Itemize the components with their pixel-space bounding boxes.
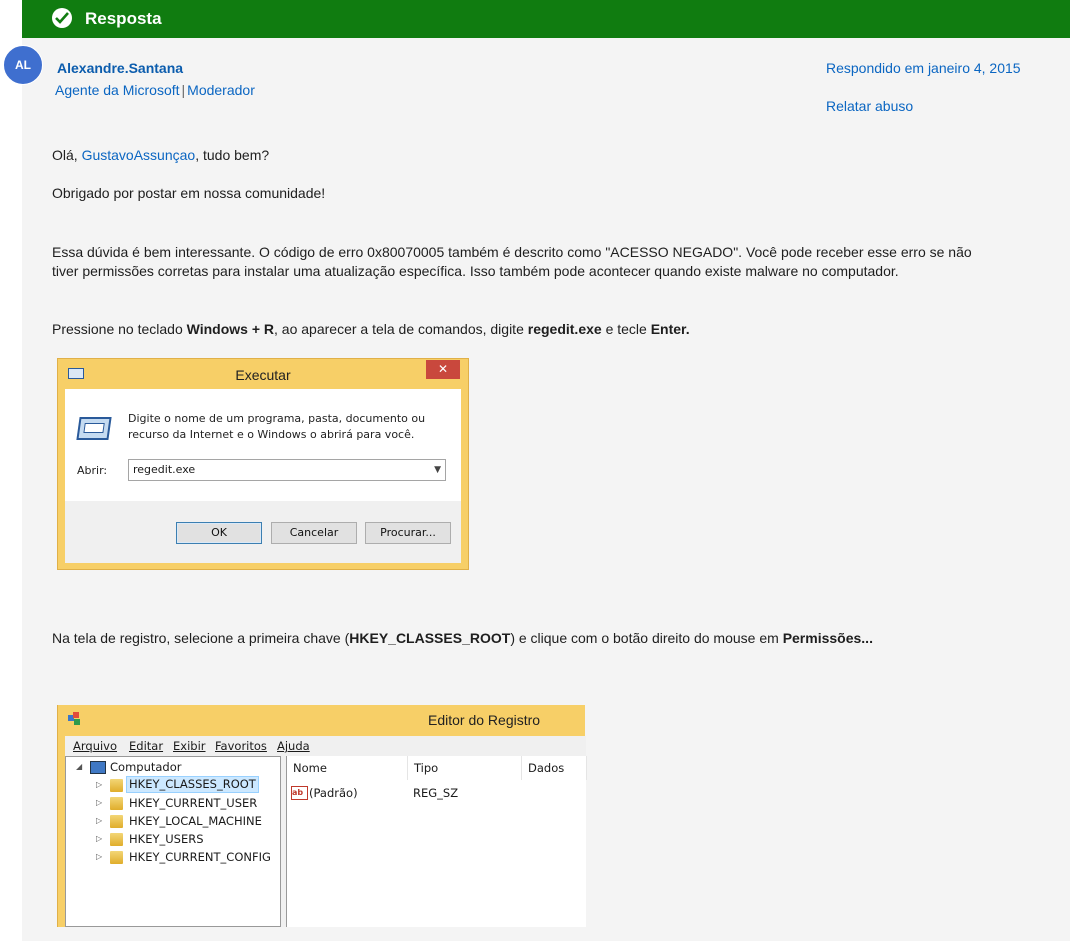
open-combobox: regedit.exe ▼ [128, 459, 446, 481]
menu-arquivo: Arquivo [73, 739, 118, 753]
run-dialog-title: Executar [235, 367, 291, 383]
ok-button: OK [176, 522, 262, 544]
author-roles: Agente da Microsoft | Moderador [55, 82, 255, 98]
menu-ajuda: Ajuda [277, 739, 310, 753]
cancel-button: Cancelar [271, 522, 357, 544]
column-header-dados: Dados [522, 756, 587, 780]
folder-icon [110, 851, 123, 864]
step-run-instructions: Pressione no teclado Windows + R, ao apa… [52, 321, 690, 337]
folder-icon [110, 815, 123, 828]
folder-icon [110, 833, 123, 846]
run-dialog-body: Digite o nome de um programa, pasta, doc… [65, 389, 461, 563]
close-icon: ✕ [426, 360, 460, 379]
explanation-paragraph: Essa dúvida é bem interessante. O código… [52, 244, 972, 279]
folder-icon [110, 779, 123, 792]
registry-editor-screenshot: Editor do Registro Arquivo Editar Exibir… [57, 705, 587, 927]
user-mention-link[interactable]: GustavoAssunçao [82, 147, 196, 163]
registry-title: Editor do Registro [428, 712, 541, 728]
answer-header: Resposta [22, 0, 1070, 38]
menu-exibir: Exibir [173, 739, 206, 753]
open-label: Abrir: [77, 464, 108, 477]
run-dialog-message: Digite o nome de um programa, pasta, doc… [128, 412, 426, 441]
registry-app-icon [68, 712, 80, 725]
avatar[interactable]: AL [3, 45, 43, 85]
browse-button: Procurar... [365, 522, 451, 544]
checkmark-icon [52, 8, 72, 28]
run-program-icon [76, 417, 112, 440]
step-registry-instructions: Na tela de registro, selecione a primeir… [52, 630, 873, 646]
answered-date[interactable]: Respondido em janeiro 4, 2015 [826, 60, 1021, 76]
menu-editar: Editar [129, 739, 164, 753]
role-separator: | [181, 82, 186, 98]
report-abuse-link[interactable]: Relatar abuso [826, 98, 913, 114]
greeting: Olá, GustavoAssunçao, tudo bem? [52, 147, 270, 163]
menu-favoritos: Favoritos [215, 739, 267, 753]
answer-title: Resposta [85, 9, 162, 28]
thanks-text: Obrigado por postar em nossa comunidade! [52, 185, 326, 201]
folder-icon [110, 797, 123, 810]
author-name[interactable]: Alexandre.Santana [57, 60, 183, 76]
role-microsoft-agent[interactable]: Agente da Microsoft [55, 82, 180, 98]
role-moderator[interactable]: Moderador [187, 82, 255, 98]
registry-values-list: Nome Tipo Dados ab (Padrão) REG_SZ [286, 756, 587, 927]
column-header-tipo: Tipo [408, 756, 522, 780]
computer-icon [90, 761, 106, 774]
chevron-down-icon: ▼ [434, 465, 441, 475]
string-value-icon: ab [291, 786, 308, 800]
registry-tree: ◢ Computador ▷ HKEY_CLASSES_ROOT ▷ HKEY_… [65, 756, 281, 927]
run-dialog-screenshot: Executar ✕ Digite o nome de um programa,… [57, 358, 469, 570]
column-header-nome: Nome [287, 756, 408, 780]
table-row: ab (Padrão) REG_SZ [291, 786, 459, 800]
registry-menubar: Arquivo Editar Exibir Favoritos Ajuda [65, 736, 586, 756]
